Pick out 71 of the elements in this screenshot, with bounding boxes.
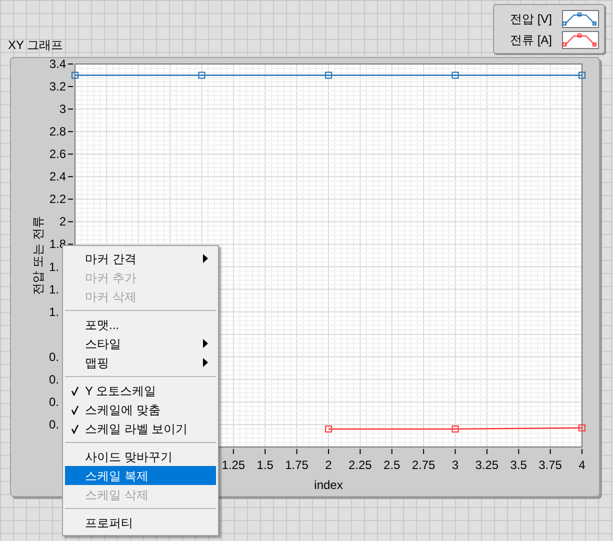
menu-item[interactable]: 포맷...	[65, 315, 216, 334]
line-sample-icon[interactable]	[562, 10, 599, 28]
tick-mark	[68, 198, 74, 200]
data-point	[72, 72, 78, 79]
x-tick-label: 1.75	[285, 458, 308, 472]
menu-item[interactable]: 프로퍼티	[65, 513, 216, 532]
line-sample-icon[interactable]	[562, 30, 599, 48]
x-tick-label: 3.25	[475, 458, 499, 472]
tick-mark	[68, 176, 74, 178]
data-point	[578, 72, 586, 79]
y-tick-label: 2.4	[49, 170, 66, 184]
tick-mark	[68, 86, 74, 88]
x-tick-label: 3	[452, 458, 459, 472]
menu-item[interactable]: 사이드 맞바꾸기	[65, 447, 216, 466]
data-point	[452, 72, 459, 79]
tick-mark	[232, 448, 234, 454]
x-tick-label: 2.5	[384, 458, 400, 472]
x-tick-label: 1.25	[222, 458, 246, 472]
tick-mark	[68, 244, 74, 245]
y-axis-title: 전압 또는 전류	[31, 216, 45, 295]
tick-mark	[264, 448, 266, 454]
y-tick-label: 2.2	[49, 192, 66, 206]
menu-item[interactable]: 마커 간격	[65, 249, 216, 268]
x-tick-label: 1.5	[256, 458, 274, 472]
tick-mark	[391, 448, 392, 454]
tick-label-fragment: 0.	[49, 417, 60, 432]
tick-mark	[296, 448, 298, 454]
tick-label-fragment: 1.	[49, 304, 60, 319]
tick-mark	[68, 108, 74, 110]
legend-label: 전류 [A]	[510, 32, 552, 48]
x-tick-label: 3.75	[538, 458, 562, 472]
menu-item[interactable]: Y 오토스케일	[65, 381, 216, 400]
y-tick-label: 3.2	[49, 80, 66, 94]
tick-mark	[328, 448, 329, 454]
data-point	[452, 425, 459, 432]
y-tick-label: 3	[59, 102, 66, 116]
x-axis-title: index	[314, 478, 343, 492]
tick-label-fragment: 1.	[49, 282, 60, 296]
graph-title: XY 그래프	[8, 37, 64, 54]
tick-label-fragment: 0.	[49, 350, 60, 364]
tick-mark	[423, 448, 424, 454]
tick-mark	[486, 448, 488, 454]
x-tick-label: 2.25	[348, 458, 372, 472]
data-point	[325, 425, 332, 432]
tick-label-fragment: 0.	[49, 394, 60, 409]
y-tick-label: 2	[59, 214, 66, 229]
tick-mark	[68, 154, 74, 155]
tick-mark	[518, 448, 520, 454]
tick-label-fragment: 0.	[49, 372, 60, 386]
y-tick-label: 2.6	[49, 147, 66, 162]
menu-item[interactable]: 스타일	[65, 334, 216, 353]
data-point	[325, 72, 332, 79]
tick-mark	[360, 448, 361, 454]
x-tick-label: 4	[578, 458, 586, 472]
menu-item[interactable]: 맵핑	[65, 353, 216, 372]
y-tick-label: 2.8	[49, 124, 66, 139]
legend-label: 전압 [V]	[510, 10, 552, 28]
data-point	[198, 72, 206, 79]
x-tick-label: 2.75	[412, 458, 436, 472]
menu-item[interactable]: 스케일에 맞춤	[65, 400, 216, 419]
tick-mark	[68, 131, 74, 132]
menu-item[interactable]: 스케일 라벨 보이기	[65, 419, 216, 438]
data-point	[578, 424, 586, 432]
x-tick-label: 3.5	[510, 458, 527, 472]
tick-mark	[454, 448, 456, 454]
x-tick-label: 2	[325, 458, 332, 472]
tick-label-fragment: 1.	[49, 260, 60, 274]
y-tick-label: 3.4	[49, 57, 66, 71]
tick-mark	[68, 221, 74, 222]
menu-item[interactable]: 스케일 복제	[65, 466, 216, 485]
tick-mark	[550, 448, 551, 454]
